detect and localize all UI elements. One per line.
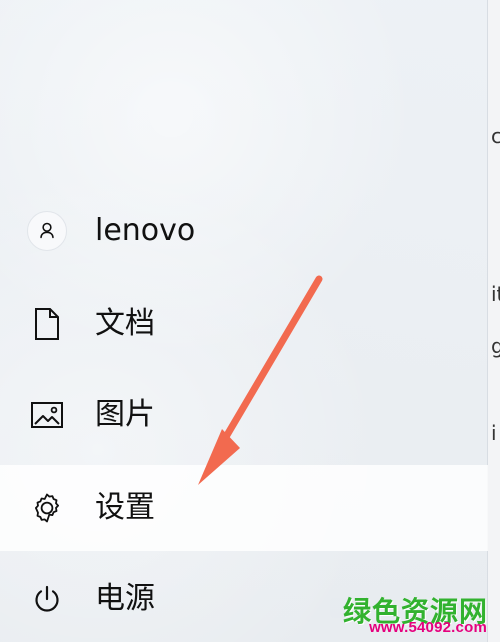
menu-item-label: 文档 — [95, 306, 155, 341]
menu-item-label: 电源 — [95, 581, 155, 616]
right-edge-strip: c it g i — [487, 0, 500, 642]
menu-item-lenovo[interactable]: lenovo — [0, 188, 488, 274]
avatar — [27, 211, 67, 251]
edge-glyph-c: c — [491, 124, 500, 148]
user-icon — [40, 222, 54, 239]
gear-icon — [35, 493, 59, 523]
menu-item-label: lenovo — [95, 213, 196, 248]
document-icon — [35, 308, 59, 340]
picture-icon — [31, 402, 63, 428]
edge-glyph-g: g — [491, 334, 500, 358]
user-icon-wrap — [27, 211, 67, 251]
edge-glyph-it: it — [491, 282, 500, 306]
watermark: 绿色资源网 www.54092.com — [330, 590, 488, 636]
document-icon-wrap — [27, 304, 67, 344]
power-icon — [35, 585, 59, 612]
menu-item-label: 图片 — [95, 397, 155, 432]
menu-item-label: 设置 — [95, 490, 155, 525]
watermark-url: www.54092.com — [369, 619, 487, 636]
edge-glyph-i: i — [491, 421, 497, 445]
picture-icon-wrap — [27, 395, 67, 435]
menu-item-pictures[interactable]: 图片 — [0, 372, 488, 458]
power-icon-wrap — [27, 579, 67, 619]
menu-item-settings[interactable]: 设置 — [0, 465, 488, 551]
menu-item-documents[interactable]: 文档 — [0, 281, 488, 367]
gear-icon-wrap — [27, 488, 67, 528]
